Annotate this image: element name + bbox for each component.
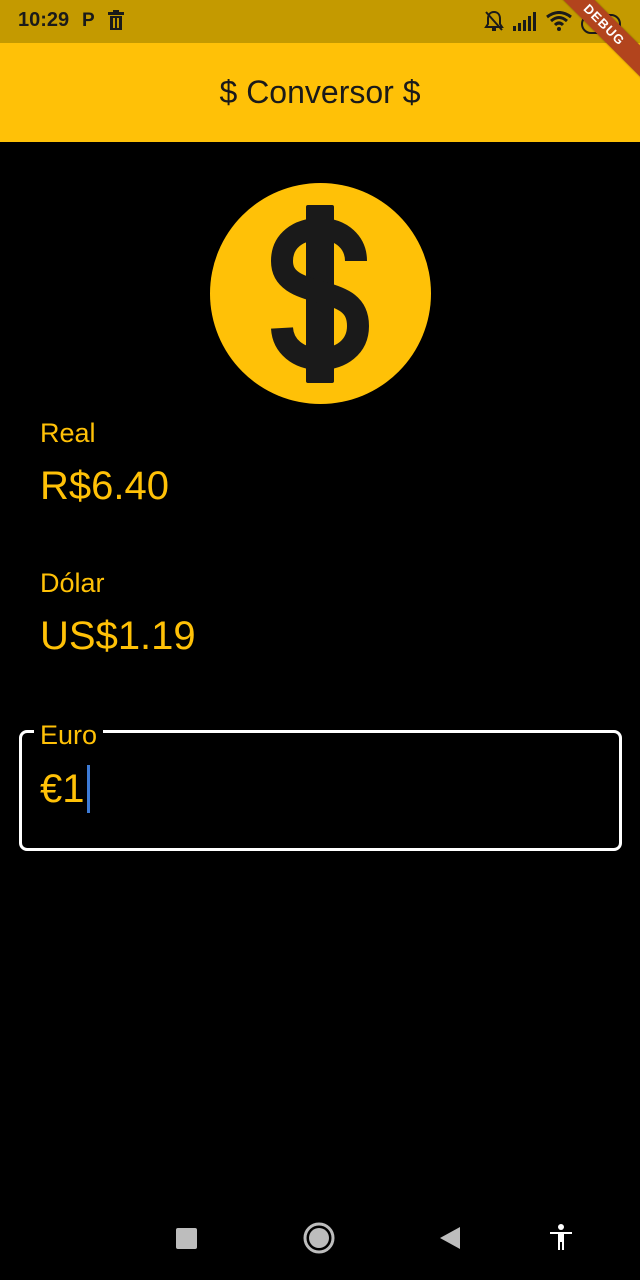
real-label: Real	[40, 418, 96, 448]
dolar-value: US$1.19	[40, 614, 196, 658]
app-bar: $ Conversor $	[0, 43, 640, 142]
back-icon[interactable]	[440, 1227, 460, 1254]
status-notification-icons: P	[82, 10, 125, 35]
euro-label: Euro	[34, 720, 104, 751]
parking-icon: P	[82, 10, 95, 31]
accessibility-icon[interactable]	[550, 1224, 572, 1255]
euro-input[interactable]: €1	[40, 764, 600, 814]
text-caret	[86, 765, 90, 813]
dolar-label: Dólar	[40, 568, 105, 598]
real-value: R$6.40	[40, 464, 169, 508]
recents-icon[interactable]	[176, 1228, 197, 1254]
nav-bar	[0, 1196, 640, 1280]
dollar-coin-icon	[210, 183, 431, 404]
status-bar: 10:29 P 71	[0, 0, 640, 43]
status-time: 10:29	[18, 9, 70, 31]
signal-icon	[513, 11, 537, 36]
page-title: $ Conversor $	[219, 74, 421, 110]
wifi-icon	[546, 11, 572, 36]
trash-icon	[107, 10, 125, 35]
bell-off-icon	[484, 10, 504, 37]
home-icon[interactable]	[303, 1222, 335, 1259]
euro-input-value: €1	[40, 766, 85, 811]
